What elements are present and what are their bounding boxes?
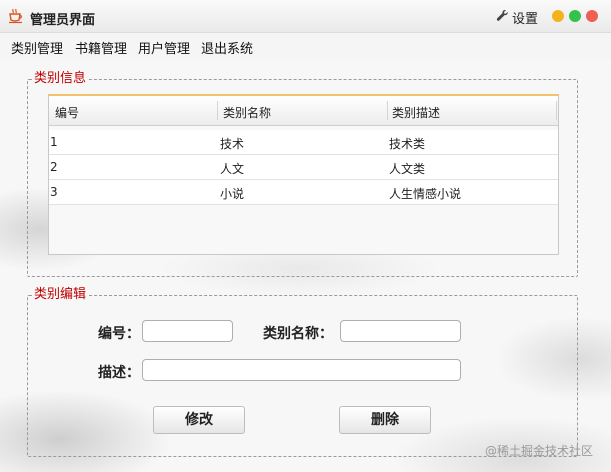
column-divider — [556, 101, 557, 120]
window-title: 管理员界面 — [30, 13, 96, 28]
cell-name: 技术 — [220, 137, 245, 151]
cell-name: 小说 — [220, 187, 245, 201]
column-header-name[interactable]: 类别名称 — [223, 104, 271, 121]
name-input[interactable] — [340, 320, 461, 342]
cell-description: 人生情感小说 — [389, 187, 462, 201]
window-controls — [552, 10, 598, 22]
column-header-description[interactable]: 类别描述 — [392, 104, 440, 121]
menu-category-management[interactable]: 类别管理 — [11, 38, 63, 57]
cell-name: 人文 — [220, 162, 245, 176]
name-label: 类别名称： — [263, 326, 333, 342]
category-info-legend: 类别信息 — [32, 71, 89, 86]
coffee-cup-icon — [8, 8, 24, 24]
watermark-text: @稀土掘金技术社区 — [485, 444, 594, 458]
table-header: 编号 类别名称 类别描述 — [49, 96, 558, 126]
menu-exit-system[interactable]: 退出系统 — [201, 38, 253, 57]
table-row[interactable]: 2 人文 人文类 — [49, 155, 558, 180]
title-bar: 管理员界面 设置 — [0, 0, 611, 33]
column-divider — [217, 101, 218, 120]
settings-label: 设置 — [512, 12, 539, 27]
table-row[interactable]: 3 小说 人生情感小说 — [49, 180, 558, 205]
column-divider — [387, 101, 388, 120]
cell-description: 技术类 — [389, 137, 426, 151]
cell-id: 2 — [50, 160, 58, 174]
category-info-panel: 类别信息 编号 类别名称 类别描述 1 技术 技术类 2 人文 人文类 3 小说… — [27, 72, 578, 277]
close-button[interactable] — [586, 10, 598, 22]
column-header-id[interactable]: 编号 — [55, 104, 79, 121]
id-input[interactable] — [142, 320, 233, 342]
menu-book-management[interactable]: 书籍管理 — [75, 38, 127, 57]
maximize-button[interactable] — [569, 10, 581, 22]
description-label: 描述： — [98, 365, 140, 381]
modify-button[interactable]: 修改 — [153, 406, 245, 434]
category-edit-legend: 类别编辑 — [32, 287, 89, 302]
settings-button[interactable]: 设置 — [496, 8, 538, 27]
category-table: 编号 类别名称 类别描述 1 技术 技术类 2 人文 人文类 3 小说 人生情感… — [48, 94, 559, 255]
cell-description: 人文类 — [389, 162, 426, 176]
minimize-button[interactable] — [552, 10, 564, 22]
cell-id: 1 — [50, 135, 58, 149]
menu-user-management[interactable]: 用户管理 — [138, 38, 190, 57]
wrench-icon — [496, 9, 509, 26]
category-edit-panel: 类别编辑 编号： 类别名称： 描述： 修改 删除 — [27, 288, 578, 457]
description-input[interactable] — [142, 359, 461, 381]
content-area: 类别信息 编号 类别名称 类别描述 1 技术 技术类 2 人文 人文类 3 小说… — [0, 59, 611, 472]
admin-window: 管理员界面 设置 类别管理 书籍管理 用户管理 退出系统 类别信息 编号 类别名… — [0, 0, 611, 472]
menu-bar: 类别管理 书籍管理 用户管理 退出系统 — [0, 33, 611, 59]
id-label: 编号： — [98, 326, 140, 342]
delete-button[interactable]: 删除 — [339, 406, 431, 434]
table-row[interactable]: 1 技术 技术类 — [49, 130, 558, 155]
cell-id: 3 — [50, 185, 58, 199]
